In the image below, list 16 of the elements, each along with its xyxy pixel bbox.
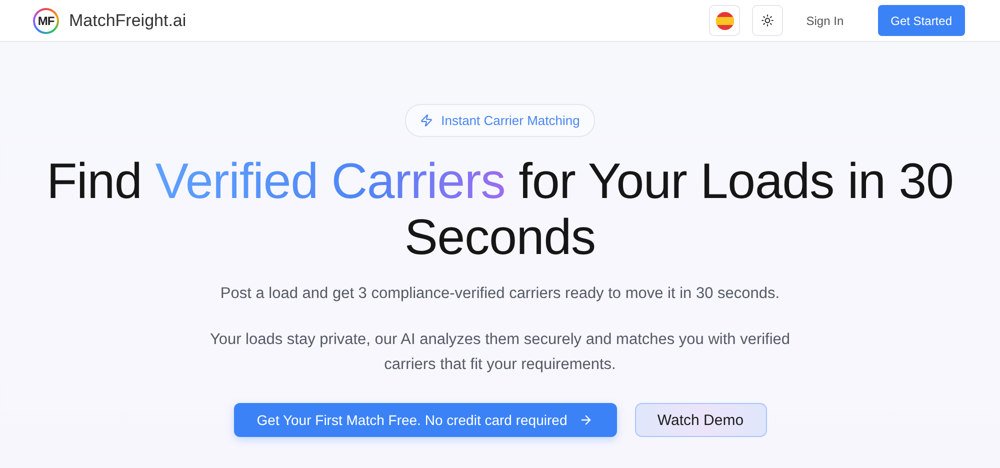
- description: Your loads stay private, our AI analyzes them securely and matches you with verified carriers that fit your requirements.: [208, 330, 792, 375]
- primary-cta-button[interactable]: Get Your First Match Free. No credit card required: [234, 403, 616, 437]
- brand-name: MatchFreight.ai: [69, 10, 186, 30]
- sign-in-link[interactable]: Sign In: [806, 14, 844, 28]
- get-started-button[interactable]: Get Started: [878, 5, 965, 36]
- language-button[interactable]: [709, 5, 740, 36]
- watch-demo-button[interactable]: Watch Demo: [634, 403, 766, 437]
- sun-icon: [761, 14, 774, 27]
- subtitle: Post a load and get 3 compliance-verified carriers ready to move it in 30 seconds.: [220, 285, 780, 303]
- arrow-right-icon: [579, 413, 594, 427]
- theme-toggle-button[interactable]: [752, 5, 784, 36]
- headline: Find Verified Carriers for Your Loads in 30 Seconds: [46, 153, 954, 265]
- spain-flag-icon: [716, 12, 734, 30]
- logo-mark: MF: [33, 8, 59, 34]
- badge-text: Instant Carrier Matching: [441, 113, 580, 128]
- lightning-icon: [420, 114, 434, 127]
